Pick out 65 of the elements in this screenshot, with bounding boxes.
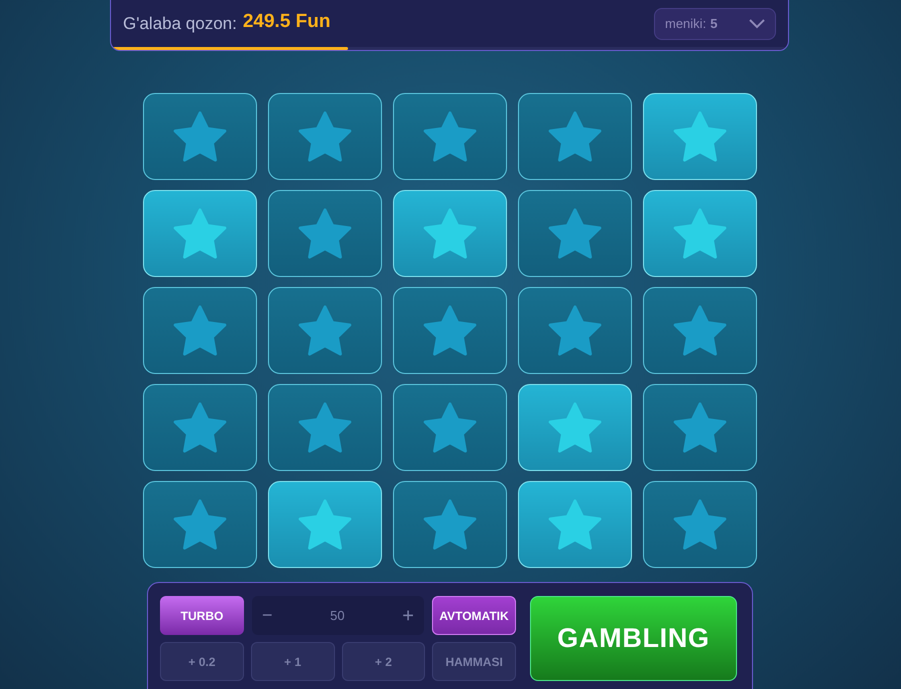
- minus-button[interactable]: −: [262, 602, 273, 629]
- tile[interactable]: [143, 287, 257, 374]
- quick-bet-button[interactable]: + 1: [250, 642, 334, 681]
- tile[interactable]: [643, 481, 757, 568]
- star-icon: [422, 402, 478, 454]
- win-label: G'alaba qozon:: [123, 12, 237, 34]
- tile[interactable]: [268, 93, 382, 180]
- tile[interactable]: [643, 93, 757, 180]
- tile[interactable]: [393, 384, 507, 471]
- quick-bet-button[interactable]: + 0.2: [160, 642, 244, 681]
- star-icon: [422, 110, 478, 162]
- star-icon: [297, 110, 353, 162]
- tile[interactable]: [643, 384, 757, 471]
- tile[interactable]: [143, 190, 257, 277]
- star-icon: [672, 208, 728, 260]
- star-icon: [672, 402, 728, 454]
- star-icon: [672, 110, 728, 162]
- star-icon: [547, 208, 603, 260]
- star-icon: [547, 402, 603, 454]
- quick-bet-button[interactable]: HAMMASI: [432, 642, 516, 681]
- tile[interactable]: [643, 190, 757, 277]
- plus-button[interactable]: +: [402, 600, 414, 630]
- tile[interactable]: [518, 287, 632, 374]
- star-icon: [172, 304, 228, 356]
- tile[interactable]: [393, 481, 507, 568]
- star-icon: [422, 498, 478, 550]
- star-icon: [297, 402, 353, 454]
- star-icon: [297, 304, 353, 356]
- tile[interactable]: [393, 287, 507, 374]
- bet-value: 50: [330, 606, 345, 625]
- star-icon: [672, 304, 728, 356]
- star-icon: [422, 304, 478, 356]
- auto-button[interactable]: AVTOMATIK: [432, 596, 516, 635]
- tile[interactable]: [268, 190, 382, 277]
- play-button[interactable]: GAMBLING: [530, 596, 737, 681]
- star-icon: [172, 402, 228, 454]
- quick-bet-button[interactable]: + 2: [342, 642, 426, 681]
- tile[interactable]: [518, 93, 632, 180]
- turbo-button[interactable]: TURBO: [160, 596, 244, 635]
- tile[interactable]: [143, 481, 257, 568]
- tile[interactable]: [268, 481, 382, 568]
- star-icon: [547, 498, 603, 550]
- mines-dropdown[interactable]: meniki: 5: [654, 8, 776, 40]
- chevron-down-icon: [749, 19, 765, 29]
- star-icon: [172, 110, 228, 162]
- star-icon: [297, 498, 353, 550]
- star-icon: [547, 304, 603, 356]
- tile[interactable]: [518, 481, 632, 568]
- star-icon: [422, 208, 478, 260]
- tile[interactable]: [268, 287, 382, 374]
- tile[interactable]: [393, 93, 507, 180]
- win-amount: 249.5 Fun: [242, 10, 330, 34]
- star-icon: [172, 498, 228, 550]
- star-icon: [172, 208, 228, 260]
- tile[interactable]: [518, 384, 632, 471]
- tile[interactable]: [393, 190, 507, 277]
- tile[interactable]: [143, 384, 257, 471]
- tile[interactable]: [518, 190, 632, 277]
- star-icon: [672, 498, 728, 550]
- star-icon: [547, 110, 603, 162]
- tile[interactable]: [143, 93, 257, 180]
- tile[interactable]: [268, 384, 382, 471]
- tile[interactable]: [643, 287, 757, 374]
- bet-stepper[interactable]: − 50 +: [252, 596, 424, 635]
- star-icon: [297, 208, 353, 260]
